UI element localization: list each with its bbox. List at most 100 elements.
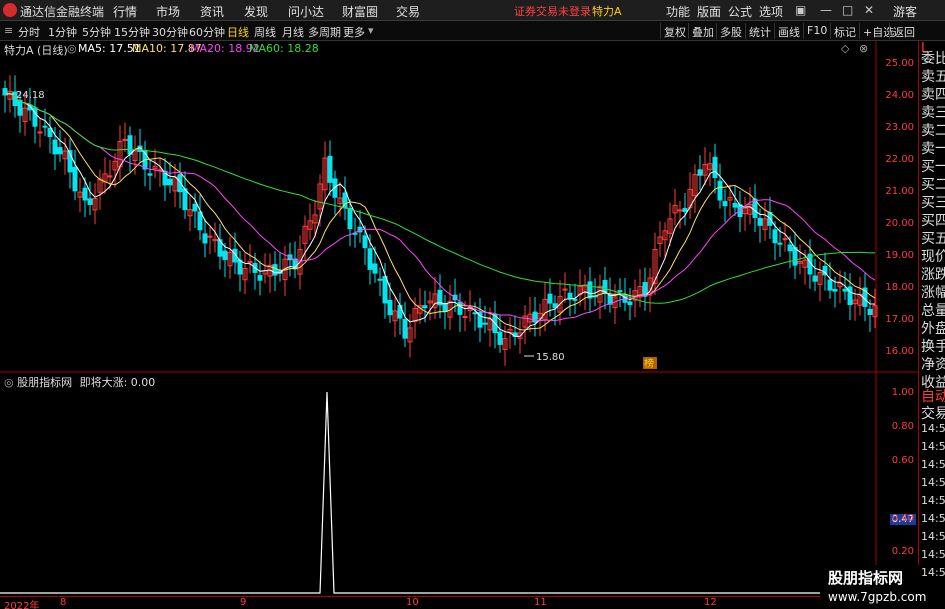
quote-label: 买三 bbox=[921, 195, 945, 211]
candle bbox=[787, 244, 793, 252]
price-axis: 25.00 24.00 23.00 22.00 21.00 20.00 19.0… bbox=[876, 41, 918, 596]
candle bbox=[812, 275, 818, 282]
tick-time: 14:56 bbox=[921, 530, 945, 543]
candle bbox=[237, 259, 243, 275]
quote-label: 卖一 bbox=[921, 141, 945, 157]
price-tick: 23.00 bbox=[885, 122, 914, 133]
tick-time: 14:56 bbox=[921, 440, 945, 453]
kline-chart[interactable]: 24.18 15.80 榜 bbox=[0, 0, 918, 596]
quote-label: 委比 bbox=[921, 51, 945, 67]
candle bbox=[197, 211, 203, 231]
date-tick: 9 bbox=[240, 597, 247, 608]
date-axis: 2022年 8 9 10 11 12 bbox=[0, 596, 918, 609]
quote-label: 总量 bbox=[921, 303, 945, 319]
candle bbox=[52, 139, 58, 155]
candlesticks bbox=[2, 75, 878, 366]
price-tick: 19.00 bbox=[885, 250, 914, 261]
candle bbox=[482, 322, 488, 325]
candle bbox=[732, 202, 738, 208]
price-tick: 16.00 bbox=[885, 346, 914, 357]
candle bbox=[757, 217, 763, 226]
candle bbox=[792, 246, 798, 266]
quote-label: 买二 bbox=[921, 177, 945, 193]
candle bbox=[722, 201, 728, 207]
candle bbox=[587, 281, 593, 299]
candle bbox=[867, 308, 873, 315]
indicator-title: 股朋指标网 bbox=[17, 376, 73, 389]
candle bbox=[462, 316, 468, 319]
date-tick: 10 bbox=[406, 597, 419, 608]
tick-time: 14:56 bbox=[921, 494, 945, 507]
candle bbox=[387, 299, 393, 316]
candle bbox=[147, 173, 153, 176]
price-tick: 22.00 bbox=[885, 154, 914, 165]
indicator-tick: 0.40 bbox=[891, 513, 914, 524]
low-label: 15.80 bbox=[536, 352, 565, 363]
indicator-signal-line bbox=[0, 391, 876, 594]
indicator-tick: 1.00 bbox=[891, 387, 914, 398]
candle bbox=[57, 147, 63, 155]
candle bbox=[182, 188, 188, 211]
quote-label: 买四 bbox=[921, 213, 945, 229]
candle bbox=[192, 203, 198, 212]
date-tick: 11 bbox=[534, 597, 547, 608]
candle bbox=[842, 288, 848, 292]
tick-time: 14:56 bbox=[921, 476, 945, 489]
candle bbox=[207, 235, 213, 238]
price-tick: 18.00 bbox=[885, 282, 914, 293]
candle bbox=[572, 298, 578, 301]
candle bbox=[827, 279, 833, 291]
candle bbox=[272, 264, 278, 276]
quote-label: 现价 bbox=[921, 249, 945, 265]
price-tick: 24.00 bbox=[885, 90, 914, 101]
quote-label: 买五 bbox=[921, 231, 945, 247]
candle bbox=[122, 138, 128, 141]
candle bbox=[472, 312, 478, 315]
tick-time: 14:56 bbox=[921, 512, 945, 525]
candle bbox=[607, 294, 613, 305]
watermark: 股朋指标网 www.7gpzb.com bbox=[820, 565, 926, 609]
date-tick: 2022年 bbox=[4, 601, 40, 609]
candle bbox=[167, 178, 173, 186]
quote-label: 涨跌 bbox=[921, 267, 945, 283]
candle bbox=[347, 207, 353, 230]
candle bbox=[497, 331, 503, 345]
candle bbox=[442, 302, 448, 313]
watermark-url: www.7gpzb.com bbox=[828, 590, 927, 604]
indicator-tick: 0.80 bbox=[891, 421, 914, 432]
candle bbox=[782, 238, 788, 241]
indicator-tick: 0.20 bbox=[891, 546, 914, 557]
date-tick: 8 bbox=[60, 597, 67, 608]
candle bbox=[87, 198, 93, 205]
candle bbox=[42, 125, 48, 128]
quote-label: 卖三 bbox=[921, 105, 945, 121]
tick-time: 14:56 bbox=[921, 422, 945, 435]
tick-time: 14:56 bbox=[921, 566, 945, 579]
trade-label: 交易 bbox=[921, 406, 945, 422]
candle bbox=[712, 156, 718, 179]
indicator-tick: 0.60 bbox=[891, 455, 914, 466]
candle bbox=[367, 248, 373, 270]
quote-label: 卖五 bbox=[921, 69, 945, 85]
candle bbox=[547, 293, 553, 304]
quote-label: 买一 bbox=[921, 159, 945, 175]
quote-label: 外盘 bbox=[921, 321, 945, 337]
candle bbox=[617, 290, 623, 293]
candle bbox=[202, 233, 208, 244]
quote-panel: L 委比 卖五 卖四 卖三 卖二 卖一 买一 买二 买三 买四 买五 现价 涨跌… bbox=[918, 41, 945, 609]
candle bbox=[717, 180, 723, 201]
candle bbox=[327, 155, 333, 183]
price-tick: 20.00 bbox=[885, 218, 914, 229]
candle bbox=[422, 305, 428, 309]
candle bbox=[107, 175, 113, 178]
quote-label: 涨幅 bbox=[921, 285, 945, 301]
indicator-settings-icon[interactable]: ◎ bbox=[4, 376, 14, 389]
tick-time: 14:56 bbox=[921, 458, 945, 471]
watermark-title: 股朋指标网 bbox=[828, 569, 904, 587]
candle bbox=[457, 301, 463, 315]
candle bbox=[402, 319, 408, 339]
candle bbox=[222, 250, 228, 261]
price-tick: 25.00 bbox=[885, 58, 914, 69]
quote-label: 卖二 bbox=[921, 123, 945, 139]
candle bbox=[37, 131, 43, 134]
